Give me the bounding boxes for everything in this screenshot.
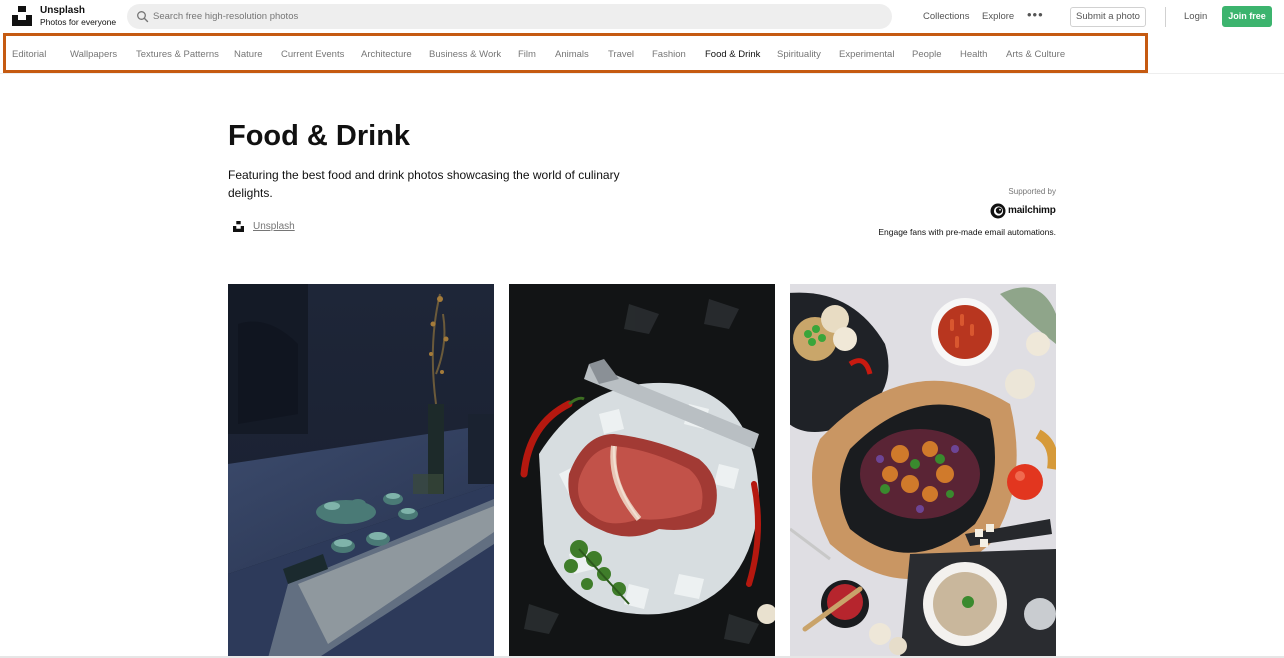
sponsor-tagline[interactable]: Engage fans with pre-made email automati…	[878, 227, 1056, 237]
topic-travel[interactable]: Travel	[608, 49, 634, 60]
nav-collections[interactable]: Collections	[923, 11, 969, 22]
page-title: Food & Drink	[228, 120, 411, 152]
topic-animals[interactable]: Animals	[555, 49, 589, 60]
topic-editorial[interactable]: Editorial	[12, 49, 46, 60]
topic-business-work[interactable]: Business & Work	[429, 49, 501, 60]
submit-photo-button[interactable]: Submit a photo	[1070, 7, 1146, 27]
login-link[interactable]: Login	[1184, 11, 1207, 22]
search-bar[interactable]	[127, 4, 892, 29]
topic-people[interactable]: People	[912, 49, 942, 60]
photo-tea-set[interactable]	[228, 284, 494, 658]
topic-bar-divider	[0, 73, 1284, 74]
unsplash-author-icon[interactable]	[233, 221, 244, 232]
more-icon[interactable]: •••	[1027, 7, 1044, 22]
topic-textures-patterns[interactable]: Textures & Patterns	[136, 49, 219, 60]
mailchimp-wordmark: mailchimp	[1008, 205, 1056, 216]
topic-film[interactable]: Film	[518, 49, 536, 60]
tea-set-image	[228, 284, 494, 658]
topic-experimental[interactable]: Experimental	[839, 49, 894, 60]
topic-nature[interactable]: Nature	[234, 49, 263, 60]
topic-health[interactable]: Health	[960, 49, 987, 60]
search-icon[interactable]	[136, 10, 149, 23]
brand-tagline: Photos for everyone	[40, 17, 117, 27]
photo-food-spread[interactable]	[790, 284, 1056, 658]
join-free-button[interactable]: Join free	[1222, 6, 1272, 27]
photo-steak-on-ice[interactable]	[509, 284, 775, 658]
top-header: Unsplash Photos for everyone Collections…	[0, 0, 1284, 33]
nav-explore[interactable]: Explore	[982, 11, 1014, 22]
topic-arts-culture[interactable]: Arts & Culture	[1006, 49, 1065, 60]
mailchimp-logo[interactable]: mailchimp	[990, 202, 1056, 220]
brand[interactable]: Unsplash Photos for everyone	[40, 5, 117, 28]
steak-image	[509, 284, 775, 658]
topic-nav-bar: Editorial Wallpapers Textures & Patterns…	[3, 33, 1148, 73]
author-link[interactable]: Unsplash	[253, 221, 295, 232]
topic-spirituality[interactable]: Spirituality	[777, 49, 821, 60]
topic-architecture[interactable]: Architecture	[361, 49, 412, 60]
topic-fashion[interactable]: Fashion	[652, 49, 686, 60]
unsplash-logo-icon[interactable]	[12, 6, 32, 26]
topic-current-events[interactable]: Current Events	[281, 49, 344, 60]
header-divider	[1165, 7, 1166, 27]
mailchimp-icon	[990, 203, 1006, 219]
food-spread-image	[790, 284, 1056, 658]
topic-food-drink[interactable]: Food & Drink	[705, 49, 760, 60]
supported-by-label: Supported by	[1008, 187, 1056, 196]
brand-name: Unsplash	[40, 5, 86, 16]
topic-wallpapers[interactable]: Wallpapers	[70, 49, 117, 60]
search-input[interactable]	[153, 8, 873, 25]
page-description: Featuring the best food and drink photos…	[228, 168, 620, 200]
